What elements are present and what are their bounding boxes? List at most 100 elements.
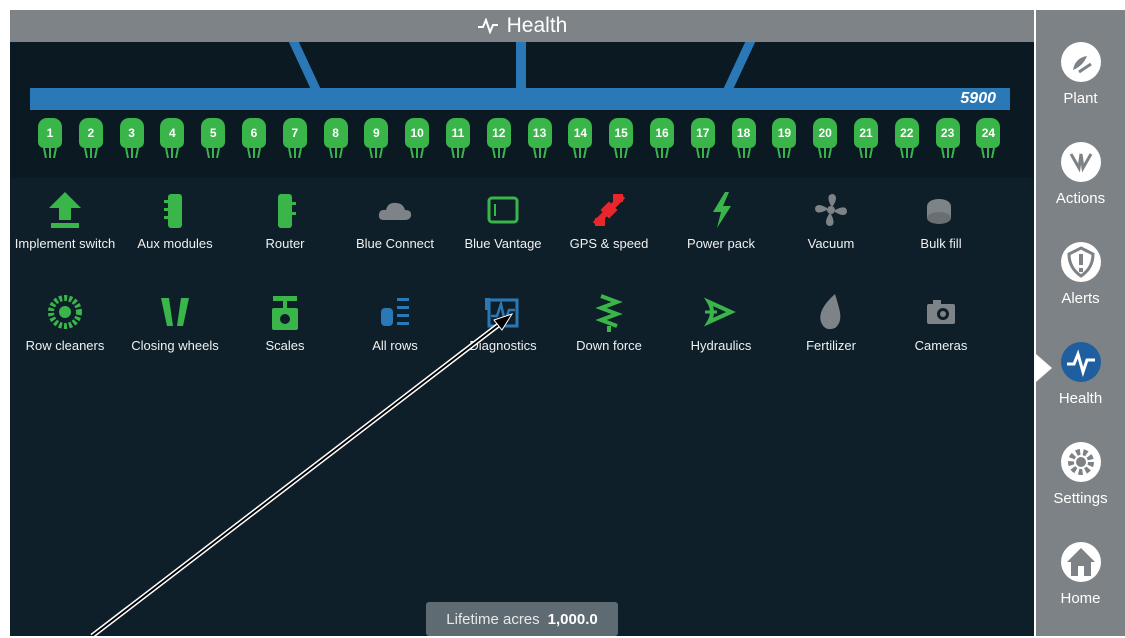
row-unit[interactable]: 6 xyxy=(242,118,266,160)
row-unit-number: 9 xyxy=(364,118,389,148)
seed-tube-icon xyxy=(369,148,384,158)
diagnostics-icon xyxy=(485,298,519,328)
nav-active-marker xyxy=(1036,354,1052,382)
nav-label: Plant xyxy=(1063,90,1098,107)
seed-tube-icon xyxy=(614,148,629,158)
tile-row-cleaners[interactable]: Row cleaners xyxy=(10,292,120,382)
seed-tube-icon xyxy=(655,148,669,158)
tile-diagnostics[interactable]: Diagnostics xyxy=(448,292,558,382)
seed-tube-icon xyxy=(818,148,833,158)
cloud-icon xyxy=(378,202,412,220)
nav-alerts[interactable]: Alerts xyxy=(1036,242,1125,338)
row-unit-number: 1 xyxy=(38,118,62,148)
seed-tube-icon xyxy=(83,148,98,158)
row-unit-number: 16 xyxy=(650,118,674,148)
seed-tube-icon xyxy=(328,148,343,158)
tile-cameras[interactable]: Cameras xyxy=(886,292,996,382)
seed-tube-icon xyxy=(736,148,751,158)
nav-label: Settings xyxy=(1053,490,1108,507)
tile-label: Vacuum xyxy=(807,236,855,251)
row-unit-number: 2 xyxy=(78,118,103,148)
seed-tube-icon xyxy=(410,148,425,158)
row-unit-number: 20 xyxy=(813,118,838,148)
row-unit[interactable]: 19 xyxy=(772,118,797,160)
row-unit[interactable]: 15 xyxy=(609,118,634,160)
lifetime-acres: Lifetime acres 1,000.0 xyxy=(426,602,618,636)
row-cleaner-icon xyxy=(48,295,82,329)
row-unit[interactable]: 5 xyxy=(201,118,226,160)
seed-tube-icon xyxy=(247,148,261,158)
seed-tube-icon xyxy=(695,148,710,158)
tile-gps-speed[interactable]: GPS & speed xyxy=(554,190,664,280)
tile-label: Aux modules xyxy=(137,236,213,251)
bulk-fill-icon xyxy=(927,199,951,224)
tile-all-rows[interactable]: All rows xyxy=(340,292,450,382)
row-unit[interactable]: 20 xyxy=(813,118,838,160)
row-unit[interactable]: 7 xyxy=(282,118,307,160)
seed-tube-icon xyxy=(206,148,221,158)
tile-hydraulics[interactable]: Hydraulics xyxy=(666,292,776,382)
seed-tube-icon xyxy=(940,148,955,158)
nav-actions[interactable]: Actions xyxy=(1036,142,1125,238)
row-unit[interactable]: 17 xyxy=(690,118,715,160)
nav-plant[interactable]: Plant xyxy=(1036,42,1125,138)
row-unit[interactable]: 10 xyxy=(405,118,430,160)
row-unit[interactable]: 13 xyxy=(527,118,552,160)
lightning-icon xyxy=(713,192,731,228)
row-unit[interactable]: 8 xyxy=(323,118,348,160)
tile-scales[interactable]: Scales xyxy=(230,292,340,382)
tile-blue-vantage[interactable]: Blue Vantage xyxy=(448,190,558,280)
page-title: Health xyxy=(506,14,568,37)
row-unit[interactable]: 22 xyxy=(894,118,919,160)
tile-aux-modules[interactable]: Aux modules xyxy=(120,190,230,280)
app-frame: Health 5900 1 2 3 4 5 6 7 8 9 10 11 12 13 14 15 16 17 18 1… xyxy=(0,0,1125,636)
row-unit[interactable]: 12 xyxy=(486,118,511,160)
alert-shield-icon xyxy=(1061,242,1101,282)
row-unit[interactable]: 21 xyxy=(854,118,878,160)
closing-wheels-icon xyxy=(161,298,189,326)
row-unit[interactable]: 4 xyxy=(160,118,185,160)
row-unit[interactable]: 16 xyxy=(650,118,674,160)
row-unit[interactable]: 24 xyxy=(976,118,1001,160)
seed-tube-icon xyxy=(43,148,57,158)
health-screen: Health 5900 1 2 3 4 5 6 7 8 9 10 11 12 13 14 15 16 17 18 1… xyxy=(10,10,1034,636)
camera-icon xyxy=(927,300,955,324)
drop-icon xyxy=(820,294,841,330)
tile-label: Router xyxy=(265,236,305,251)
tile-closing-wheels[interactable]: Closing wheels xyxy=(120,292,230,382)
tile-implement-switch[interactable]: Implement switch xyxy=(10,190,120,280)
seed-tube-icon xyxy=(859,148,873,158)
tile-router[interactable]: Router xyxy=(230,190,340,280)
tile-power-pack[interactable]: Power pack xyxy=(666,190,776,280)
row-unit-number: 15 xyxy=(609,118,634,148)
row-unit-number: 22 xyxy=(894,118,919,148)
row-unit[interactable]: 9 xyxy=(364,118,389,160)
hitch-strut-left xyxy=(288,42,322,90)
nav-settings[interactable]: Settings xyxy=(1036,442,1125,538)
tile-vacuum[interactable]: Vacuum xyxy=(776,190,886,280)
row-unit[interactable]: 3 xyxy=(119,118,144,160)
row-unit[interactable]: 14 xyxy=(568,118,593,160)
tile-label: Blue Vantage xyxy=(464,236,542,251)
seed-tube-icon xyxy=(491,148,506,158)
satellite-icon xyxy=(592,193,626,227)
seed-tube-icon xyxy=(777,148,792,158)
tile-down-force[interactable]: Down force xyxy=(554,292,664,382)
tile-fertilizer[interactable]: Fertilizer xyxy=(776,292,886,382)
tile-bulk-fill[interactable]: Bulk fill xyxy=(886,190,996,280)
row-unit[interactable]: 1 xyxy=(38,118,62,160)
row-unit-number: 6 xyxy=(242,118,266,148)
tile-blue-connect[interactable]: Blue Connect xyxy=(340,190,450,280)
row-unit-number: 4 xyxy=(160,118,185,148)
row-units: 1 2 3 4 5 6 7 8 9 10 11 12 13 14 15 16 17 18 19 20 21 22 23 24 xyxy=(38,118,1008,162)
seed-tube-icon xyxy=(287,148,302,158)
all-rows-icon xyxy=(381,298,409,326)
row-unit[interactable]: 23 xyxy=(935,118,960,160)
row-unit-number: 14 xyxy=(568,118,593,148)
hitch-strut-right xyxy=(722,42,756,90)
row-unit[interactable]: 2 xyxy=(78,118,103,160)
nav-home[interactable]: Home xyxy=(1036,542,1125,638)
tile-label: Bulk fill xyxy=(920,236,962,251)
row-unit[interactable]: 18 xyxy=(731,118,756,160)
row-unit[interactable]: 11 xyxy=(446,118,470,160)
